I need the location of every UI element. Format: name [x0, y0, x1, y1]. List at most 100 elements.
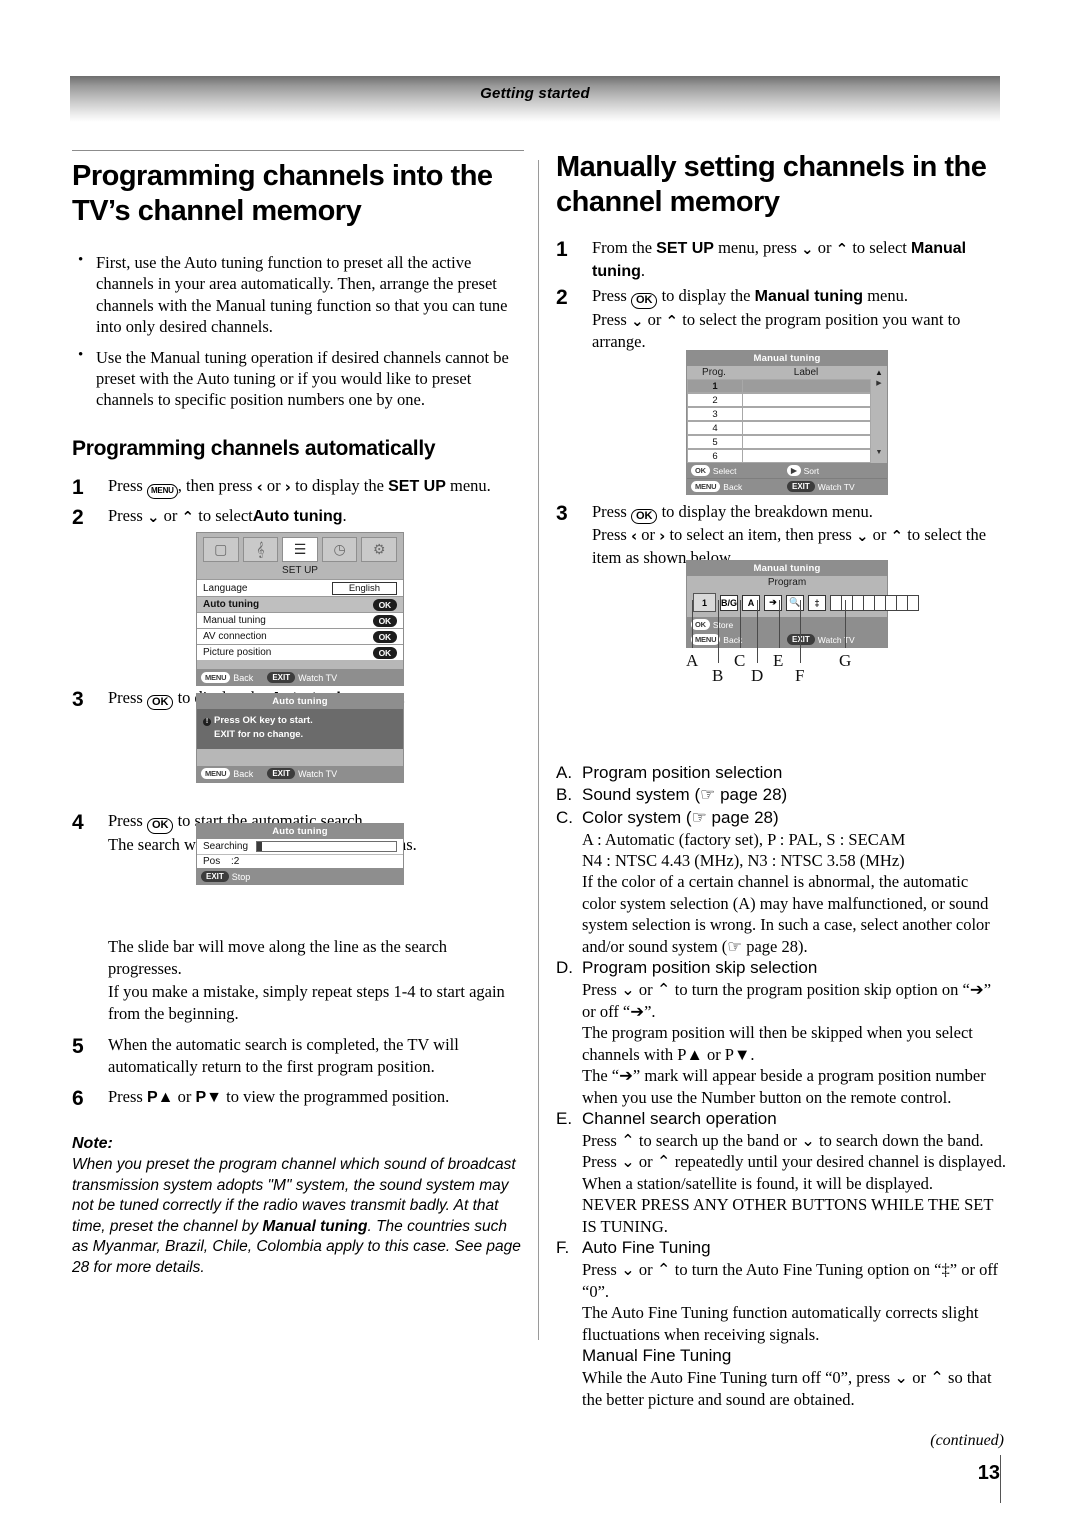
- footer-exit-hint: EXITWatch TV: [787, 634, 883, 645]
- osd-title: Manual tuning: [687, 351, 887, 366]
- exit-key-pill: EXIT: [267, 768, 296, 780]
- step-1: 1 Press MENU, then press ‹ or › to displ…: [72, 475, 524, 502]
- right-arrow-icon: ›: [284, 477, 291, 496]
- step-text-part: From the: [592, 237, 653, 257]
- slide-bar-note-2: If you make a mistake, simply repeat ste…: [108, 982, 505, 1023]
- item-c-sub-2: N4 : NTSC 4.43 (MHz), N3 : NTSC 3.58 (MH…: [582, 851, 905, 871]
- osd-breakdown-menu: Manual tuning Program 1 B/G A ➔ 🔍 ‡ OK St…: [686, 560, 919, 648]
- step-text-part: Press: [108, 687, 143, 707]
- menu-key-pill: MENU: [691, 481, 721, 492]
- running-header-text: Getting started: [480, 85, 590, 102]
- row-label-cell[interactable]: [743, 407, 871, 421]
- item-letter: D.: [556, 958, 573, 978]
- step-text: Press OK to display the Manual tuning me…: [592, 285, 1006, 352]
- clock-icon[interactable]: ◷: [321, 537, 358, 562]
- osd-row-auto-tuning[interactable]: Auto tuning OK: [197, 596, 403, 612]
- sound-system-field[interactable]: B/G: [720, 594, 738, 611]
- table-row[interactable]: 4: [687, 421, 887, 435]
- osd-position-row: Pos :2: [197, 854, 403, 868]
- step-number: 3: [556, 501, 568, 525]
- step-number: 5: [72, 1035, 84, 1059]
- menu-hint-label: Back: [233, 769, 254, 780]
- osd-row-av-connection[interactable]: AV connection OK: [197, 628, 403, 644]
- menu-item-name: Auto tuning: [252, 507, 343, 525]
- scroll-down-icon[interactable]: ▼: [871, 449, 887, 463]
- row-label-cell[interactable]: [743, 379, 871, 393]
- ok-key-icon: OK: [630, 508, 658, 525]
- magnifier-icon[interactable]: 🔍: [786, 594, 804, 611]
- ok-badge-icon[interactable]: OK: [372, 598, 397, 611]
- label-cell[interactable]: [885, 594, 896, 611]
- pos-value: :2: [231, 856, 240, 867]
- scroll-up-icon[interactable]: ▲: [871, 368, 887, 377]
- osd-setup-title: SET UP: [282, 565, 318, 576]
- label-cell[interactable]: [841, 594, 852, 611]
- osd-auto-tuning-confirm: Auto tuning ! Press OK key to start. EXIT…: [196, 693, 404, 783]
- row-label-cell[interactable]: [743, 435, 871, 449]
- osd-title: Auto tuning: [197, 694, 403, 709]
- row-label-cell[interactable]: [743, 393, 871, 407]
- list-item-d: D. Program position skip selection: [556, 957, 1006, 979]
- p-down-key-label: P▼: [195, 1089, 222, 1107]
- step-number: 1: [72, 475, 84, 499]
- fine-tune-icon[interactable]: ‡: [808, 594, 826, 611]
- sound-icon[interactable]: 𝄞: [242, 537, 279, 562]
- callout-line-d: [757, 600, 758, 663]
- item-letter: B.: [556, 785, 573, 805]
- exit-hint-label: Watch TV: [817, 635, 855, 645]
- label-cell[interactable]: [874, 594, 885, 611]
- tools-icon[interactable]: ⚙: [361, 537, 397, 562]
- label-entry-cells[interactable]: [830, 594, 919, 611]
- osd-manual-tuning-table: Manual tuning Prog. Label ▲ 1 ▶ 2 3 4 5: [686, 350, 888, 495]
- osd-row-manual-tuning[interactable]: Manual tuning OK: [197, 612, 403, 628]
- step-text-part: to select an item, then press: [669, 525, 852, 545]
- table-row[interactable]: 1 ▶: [687, 379, 887, 393]
- callout-line-e: [779, 600, 780, 648]
- right-column: Manually setting channels in the channel…: [556, 150, 1006, 1410]
- footer-sort-hint: ▶ Sort: [787, 465, 883, 476]
- scroll-right-icon[interactable]: ▶: [871, 379, 887, 393]
- item-f-sub-2: The Auto Fine Tuning function automatica…: [582, 1303, 979, 1344]
- callout-line-c: [740, 600, 741, 648]
- up-arrow-icon: ⌃: [835, 239, 849, 258]
- table-row[interactable]: 5: [687, 435, 887, 449]
- ok-badge-icon[interactable]: OK: [372, 614, 397, 627]
- row-label-cell[interactable]: [743, 449, 871, 463]
- picture-icon[interactable]: ▢: [203, 537, 239, 562]
- setup-icon[interactable]: ☰: [282, 537, 318, 562]
- progress-bar-fill: [257, 842, 263, 851]
- item-letter: C.: [556, 807, 573, 827]
- label-cell[interactable]: [896, 594, 907, 611]
- step-number: 4: [72, 811, 84, 835]
- item-letter: A.: [556, 763, 573, 783]
- language-value[interactable]: English: [331, 581, 397, 595]
- callout-letter-f: F: [795, 666, 805, 685]
- row-label-cell[interactable]: [743, 421, 871, 435]
- label-cell[interactable]: [830, 594, 841, 611]
- table-row[interactable]: 3: [687, 407, 887, 421]
- table-row[interactable]: 6 ▼: [687, 449, 887, 463]
- subheading-auto-programming: Programming channels automatically: [72, 436, 436, 460]
- list-item-a: A. Program position selection: [556, 762, 1006, 784]
- program-position-field[interactable]: 1: [693, 593, 716, 612]
- ok-badge-icon[interactable]: OK: [372, 630, 397, 643]
- label-cell[interactable]: [907, 594, 919, 611]
- step-text-part: or: [647, 309, 662, 329]
- osd-row-picture-position[interactable]: Picture position OK: [197, 644, 403, 660]
- callout-letter-d: D: [751, 666, 764, 685]
- label-cell[interactable]: [852, 594, 863, 611]
- up-arrow-icon: ⌃: [665, 311, 679, 330]
- table-row[interactable]: 2: [687, 393, 887, 407]
- step-text-part: Press: [108, 1087, 143, 1107]
- label-cell[interactable]: [863, 594, 874, 611]
- ok-key-icon: OK: [146, 818, 174, 834]
- ok-badge-icon[interactable]: OK: [372, 646, 397, 659]
- left-arrow-icon: ‹: [630, 527, 638, 546]
- column-divider: [538, 160, 539, 1340]
- osd-message-line1: Press OK key to start.: [214, 715, 313, 726]
- osd-row-language[interactable]: Language English: [197, 579, 403, 596]
- osd-row-label: Auto tuning: [203, 599, 260, 610]
- callout-letter-c: C: [734, 651, 746, 670]
- step-number: 2: [72, 505, 84, 529]
- down-arrow-icon: ⌄: [630, 311, 644, 330]
